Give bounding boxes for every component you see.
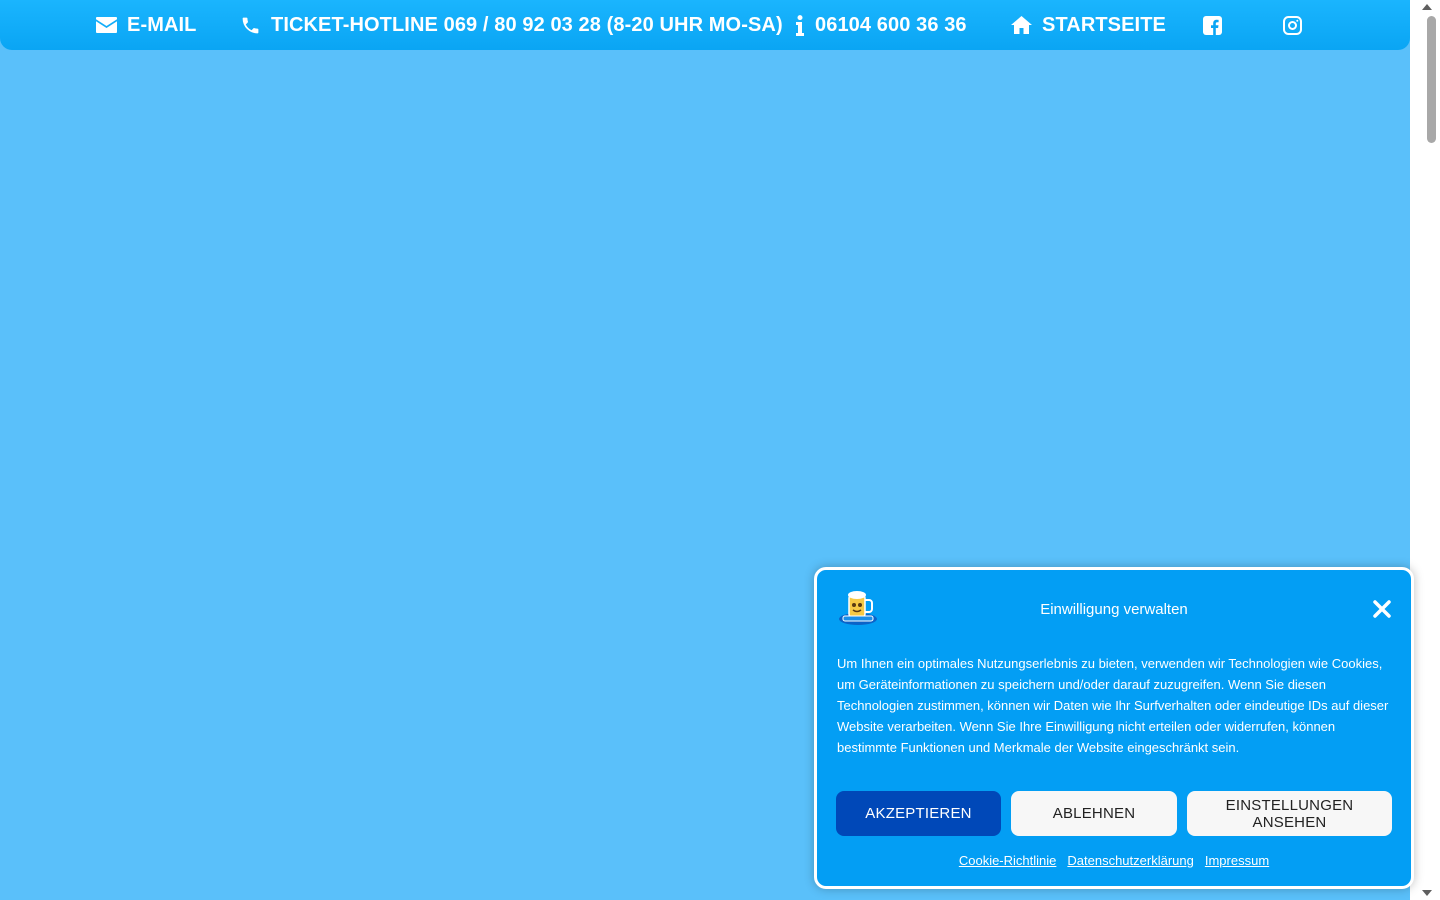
nav-email-link[interactable]: E-MAIL	[96, 0, 196, 50]
imprint-link[interactable]: Impressum	[1205, 853, 1269, 868]
privacy-policy-link[interactable]: Datenschutzerklärung	[1067, 853, 1193, 868]
nav-email-label: E-MAIL	[127, 13, 197, 36]
phone-icon	[240, 15, 261, 36]
vertical-scrollbar[interactable]	[1410, 0, 1440, 900]
cookie-policy-link[interactable]: Cookie-Richtlinie	[959, 853, 1057, 868]
instagram-icon	[1283, 15, 1302, 35]
scroll-thumb[interactable]	[1427, 16, 1436, 143]
accept-button[interactable]: AKZEPTIEREN	[836, 791, 1001, 836]
scroll-down-arrow-icon[interactable]	[1422, 890, 1432, 896]
deny-button[interactable]: ABLEHNEN	[1011, 791, 1177, 836]
close-icon[interactable]	[1373, 600, 1391, 618]
top-navigation-bar: E-MAIL TICKET-HOTLINE 069 / 80 92 03 28 …	[0, 0, 1410, 50]
consent-links: Cookie-Richtlinie Datenschutzerklärung I…	[817, 853, 1411, 868]
nav-info-label: 06104 600 36 36	[815, 13, 967, 36]
nav-info-link[interactable]: 06104 600 36 36	[795, 0, 967, 50]
consent-description: Um Ihnen ein optimales Nutzungserlebnis …	[837, 656, 1389, 755]
nav-facebook-link[interactable]	[1203, 0, 1232, 50]
scroll-up-arrow-icon[interactable]	[1422, 4, 1432, 10]
view-preferences-button[interactable]: EINSTELLUNGEN ANSEHEN	[1187, 791, 1392, 836]
nav-instagram-link[interactable]	[1283, 0, 1312, 50]
envelope-icon	[96, 17, 117, 33]
cookie-consent-dialog: Einwilligung verwalten Um Ihnen ein opti…	[814, 567, 1414, 889]
info-icon	[795, 14, 805, 36]
nav-hotline-label: TICKET-HOTLINE 069 / 80 92 03 28 (8-20 U…	[271, 13, 783, 36]
home-icon	[1011, 16, 1032, 34]
consent-title: Einwilligung verwalten	[1040, 601, 1188, 618]
nav-home-label: STARTSEITE	[1042, 13, 1166, 36]
nav-home-link[interactable]: STARTSEITE	[1011, 0, 1166, 50]
nav-hotline-link[interactable]: TICKET-HOTLINE 069 / 80 92 03 28 (8-20 U…	[240, 0, 783, 50]
facebook-icon	[1203, 15, 1222, 35]
